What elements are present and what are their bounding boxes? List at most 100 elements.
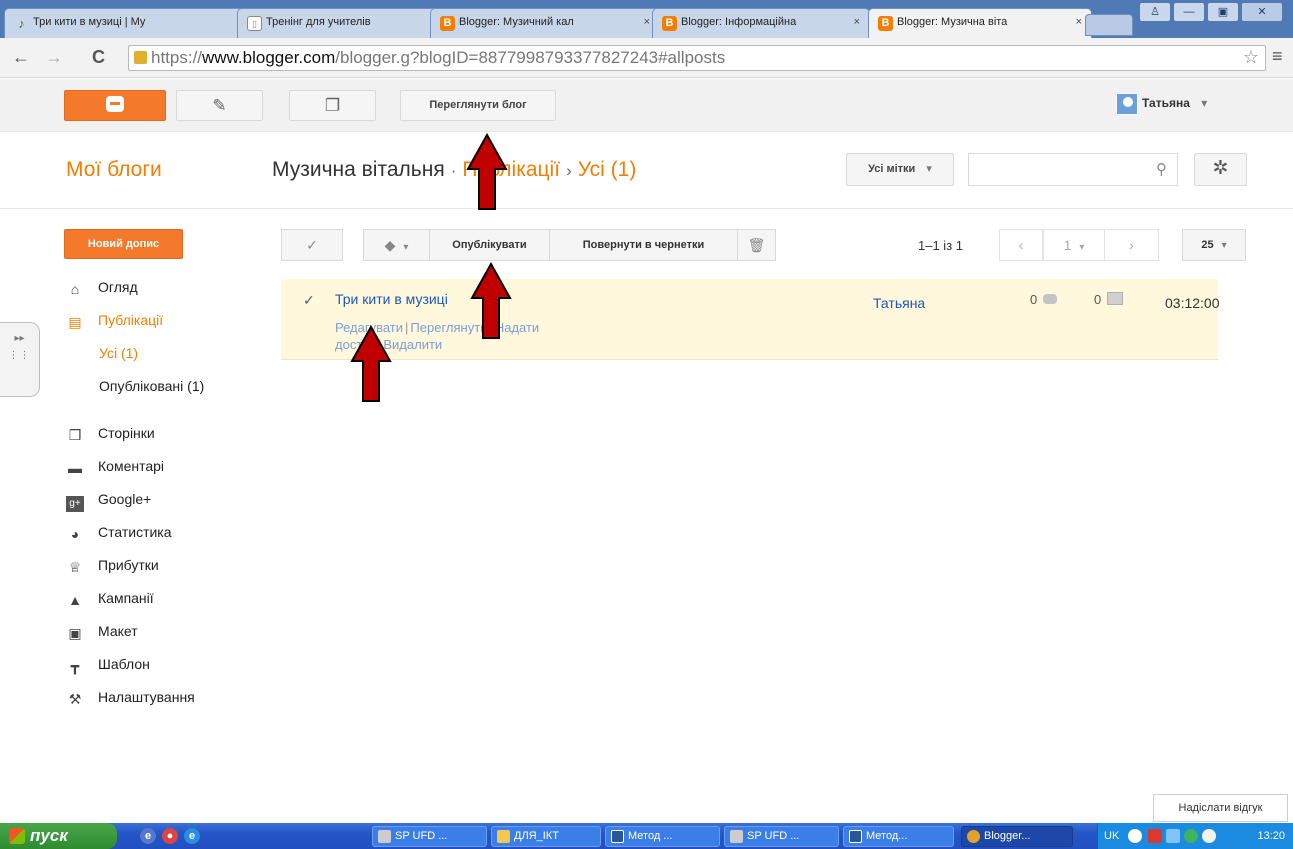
sidebar-item-layout[interactable]: ▣ Макет xyxy=(66,623,137,641)
trash-icon: 🗑 xyxy=(747,237,766,253)
taskbar-item-label: ДЛЯ_ІКТ xyxy=(514,830,559,842)
blog-name[interactable]: Музична вітальня xyxy=(272,158,445,181)
browser-tab-3[interactable]: B Blogger: Музичний кал × xyxy=(430,8,660,38)
avatar xyxy=(1116,93,1138,115)
label-tag-dropdown[interactable]: ◆ ▾ xyxy=(363,229,430,261)
browser-tab-2[interactable]: ▯ Тренінг для учителів × xyxy=(237,8,449,38)
tab-title: Blogger: Інформаційна xyxy=(681,16,797,28)
side-panel-handle[interactable]: ▸▸ ⋮⋮ xyxy=(0,322,40,397)
sidebar-item-google-plus[interactable]: g+ Google+ xyxy=(66,491,151,512)
my-blogs-link[interactable]: Мої блоги xyxy=(66,158,162,182)
layout-icon: ▣ xyxy=(68,625,82,641)
address-bar[interactable]: https://www.blogger.com/blogger.g?blogID… xyxy=(128,45,1266,71)
sidebar-subitem-all[interactable]: Усі (1) xyxy=(99,345,138,361)
taskbar-item[interactable]: SP UFD ... xyxy=(724,826,839,847)
tray-arrow-icon[interactable] xyxy=(1128,829,1142,843)
posts-list-button[interactable]: ❐ xyxy=(289,90,376,121)
sidebar-item-template[interactable]: ┳ Шаблон xyxy=(66,656,150,674)
new-post-pencil-button[interactable]: ✎ xyxy=(176,90,263,121)
url-domain: www.blogger.com xyxy=(202,48,336,67)
search-icon[interactable]: ⚲ xyxy=(1156,160,1167,178)
trophy-icon: ♕ xyxy=(68,559,82,575)
close-icon[interactable]: × xyxy=(854,16,860,28)
chevron-left-icon: ‹ xyxy=(1018,237,1024,253)
sidebar-item-campaigns[interactable]: ▲ Кампанії xyxy=(66,590,154,608)
quicklaunch-chrome-icon[interactable]: ● xyxy=(162,828,178,844)
forward-arrow-icon[interactable]: → xyxy=(45,47,63,68)
sidebar-item-earnings[interactable]: ♕ Прибутки xyxy=(66,557,159,575)
post-row[interactable]: ✓ Три кити в музиці Редагувати | Перегляну… xyxy=(281,279,1220,360)
breadcrumb-separator: · xyxy=(450,161,457,180)
labels-filter-dropdown[interactable]: Усі мітки ▾ xyxy=(846,153,954,186)
new-post-button[interactable]: Новий допис xyxy=(64,229,183,259)
chrome-icon xyxy=(967,830,980,843)
comment-count[interactable]: 0 xyxy=(1030,292,1058,307)
word-icon xyxy=(849,830,862,843)
page-select[interactable]: 1 ▾ xyxy=(1043,229,1105,261)
new-tab-button[interactable] xyxy=(1085,14,1133,36)
language-indicator[interactable]: UK xyxy=(1104,823,1119,849)
bookmark-star-icon[interactable]: ☆ xyxy=(1243,47,1259,68)
post-author-link[interactable]: Татьяна xyxy=(873,295,925,311)
close-icon[interactable]: × xyxy=(1076,16,1082,28)
next-page-button[interactable]: › xyxy=(1104,229,1159,261)
taskbar-item-active[interactable]: Blogger... xyxy=(961,826,1073,847)
user-menu[interactable]: Татьяна ▾ xyxy=(1116,93,1207,115)
sidebar-item-label: Огляд xyxy=(98,279,138,295)
blogger-logo-button[interactable] xyxy=(64,90,166,121)
sidebar-subitem-published[interactable]: Опубліковані (1) xyxy=(99,378,204,394)
breadcrumb-all: Усі (1) xyxy=(577,158,637,181)
sidebar-item-label: Статистика xyxy=(98,524,172,540)
sidebar-item-stats[interactable]: ◕ Статистика xyxy=(66,524,172,542)
comment-icon: ▬ xyxy=(68,460,82,476)
sidebar-item-pages[interactable]: ❒ Сторінки xyxy=(66,425,155,443)
quicklaunch-explorer-icon[interactable]: e xyxy=(140,828,156,844)
settings-gear-button[interactable]: ✲ xyxy=(1194,153,1247,186)
sidebar-item-label: Налаштування xyxy=(98,689,195,705)
search-input[interactable]: ⚲ xyxy=(968,153,1178,186)
taskbar-item[interactable]: Метод... xyxy=(843,826,954,847)
browser-tab-1[interactable]: ♪ Три кити в музиці | Му × xyxy=(4,8,256,38)
publish-button[interactable]: Опублікувати xyxy=(429,229,550,261)
sidebar-item-label: Публікації xyxy=(98,312,164,328)
tab-title: Тренінг для учителів xyxy=(266,16,371,28)
close-icon[interactable]: × xyxy=(644,16,650,28)
send-feedback-button[interactable]: Надіслати відгук xyxy=(1153,794,1288,822)
back-arrow-icon[interactable]: ← xyxy=(12,47,30,68)
start-button[interactable]: пуск xyxy=(0,823,117,849)
delete-post-link[interactable]: Видалити xyxy=(383,337,442,352)
sidebar-item-settings[interactable]: ⚒ Налаштування xyxy=(66,689,195,707)
sidebar-item-comments[interactable]: ▬ Коментарі xyxy=(66,458,164,476)
user-icon[interactable]: ♙ xyxy=(1139,2,1171,22)
browser-tab-strip: ♪ Три кити в музиці | Му × ▯ Тренінг для… xyxy=(0,0,1293,39)
select-all-checkbox[interactable]: ✓ xyxy=(281,229,343,261)
tray-clock-app-icon[interactable] xyxy=(1202,829,1216,843)
taskbar-item[interactable]: Метод ... xyxy=(605,826,720,847)
tray-app-icon[interactable] xyxy=(1148,829,1162,843)
reload-icon[interactable]: C xyxy=(92,47,105,68)
taskbar-item[interactable]: ДЛЯ_ІКТ xyxy=(491,826,601,847)
volume-icon[interactable] xyxy=(1166,829,1180,843)
browser-menu-icon[interactable]: ≡ xyxy=(1272,46,1283,67)
sidebar-item-posts[interactable]: ▤ Публікації xyxy=(66,312,163,330)
browser-tab-active[interactable]: B Blogger: Музична віта × xyxy=(868,8,1092,39)
quicklaunch-ie-icon[interactable]: e xyxy=(184,828,200,844)
tray-network-icon[interactable] xyxy=(1184,829,1198,843)
tab-title: Три кити в музиці | Му xyxy=(33,16,146,28)
maximize-button[interactable]: ▣ xyxy=(1207,2,1239,22)
minimize-button[interactable]: — xyxy=(1173,2,1205,22)
browser-tab-4[interactable]: B Blogger: Інформаційна × xyxy=(652,8,870,38)
view-blog-button[interactable]: Переглянути блог xyxy=(400,90,556,121)
close-window-button[interactable]: ✕ xyxy=(1241,2,1283,22)
pencil-icon: ✎ xyxy=(212,96,227,115)
delete-button[interactable]: 🗑 xyxy=(737,229,776,261)
per-page-select[interactable]: 25 ▾ xyxy=(1182,229,1246,261)
taskbar-item[interactable]: SP UFD ... xyxy=(372,826,487,847)
blogger-icon: B xyxy=(662,16,677,31)
post-title-link[interactable]: Три кити в музиці xyxy=(335,291,448,307)
sidebar-item-overview[interactable]: ⌂ Огляд xyxy=(66,279,138,297)
post-checkbox[interactable]: ✓ xyxy=(303,292,315,309)
prev-page-button[interactable]: ‹ xyxy=(999,229,1043,261)
revert-to-draft-button[interactable]: Повернути в чернетки xyxy=(549,229,738,261)
doc-icon: ▯ xyxy=(247,16,262,31)
